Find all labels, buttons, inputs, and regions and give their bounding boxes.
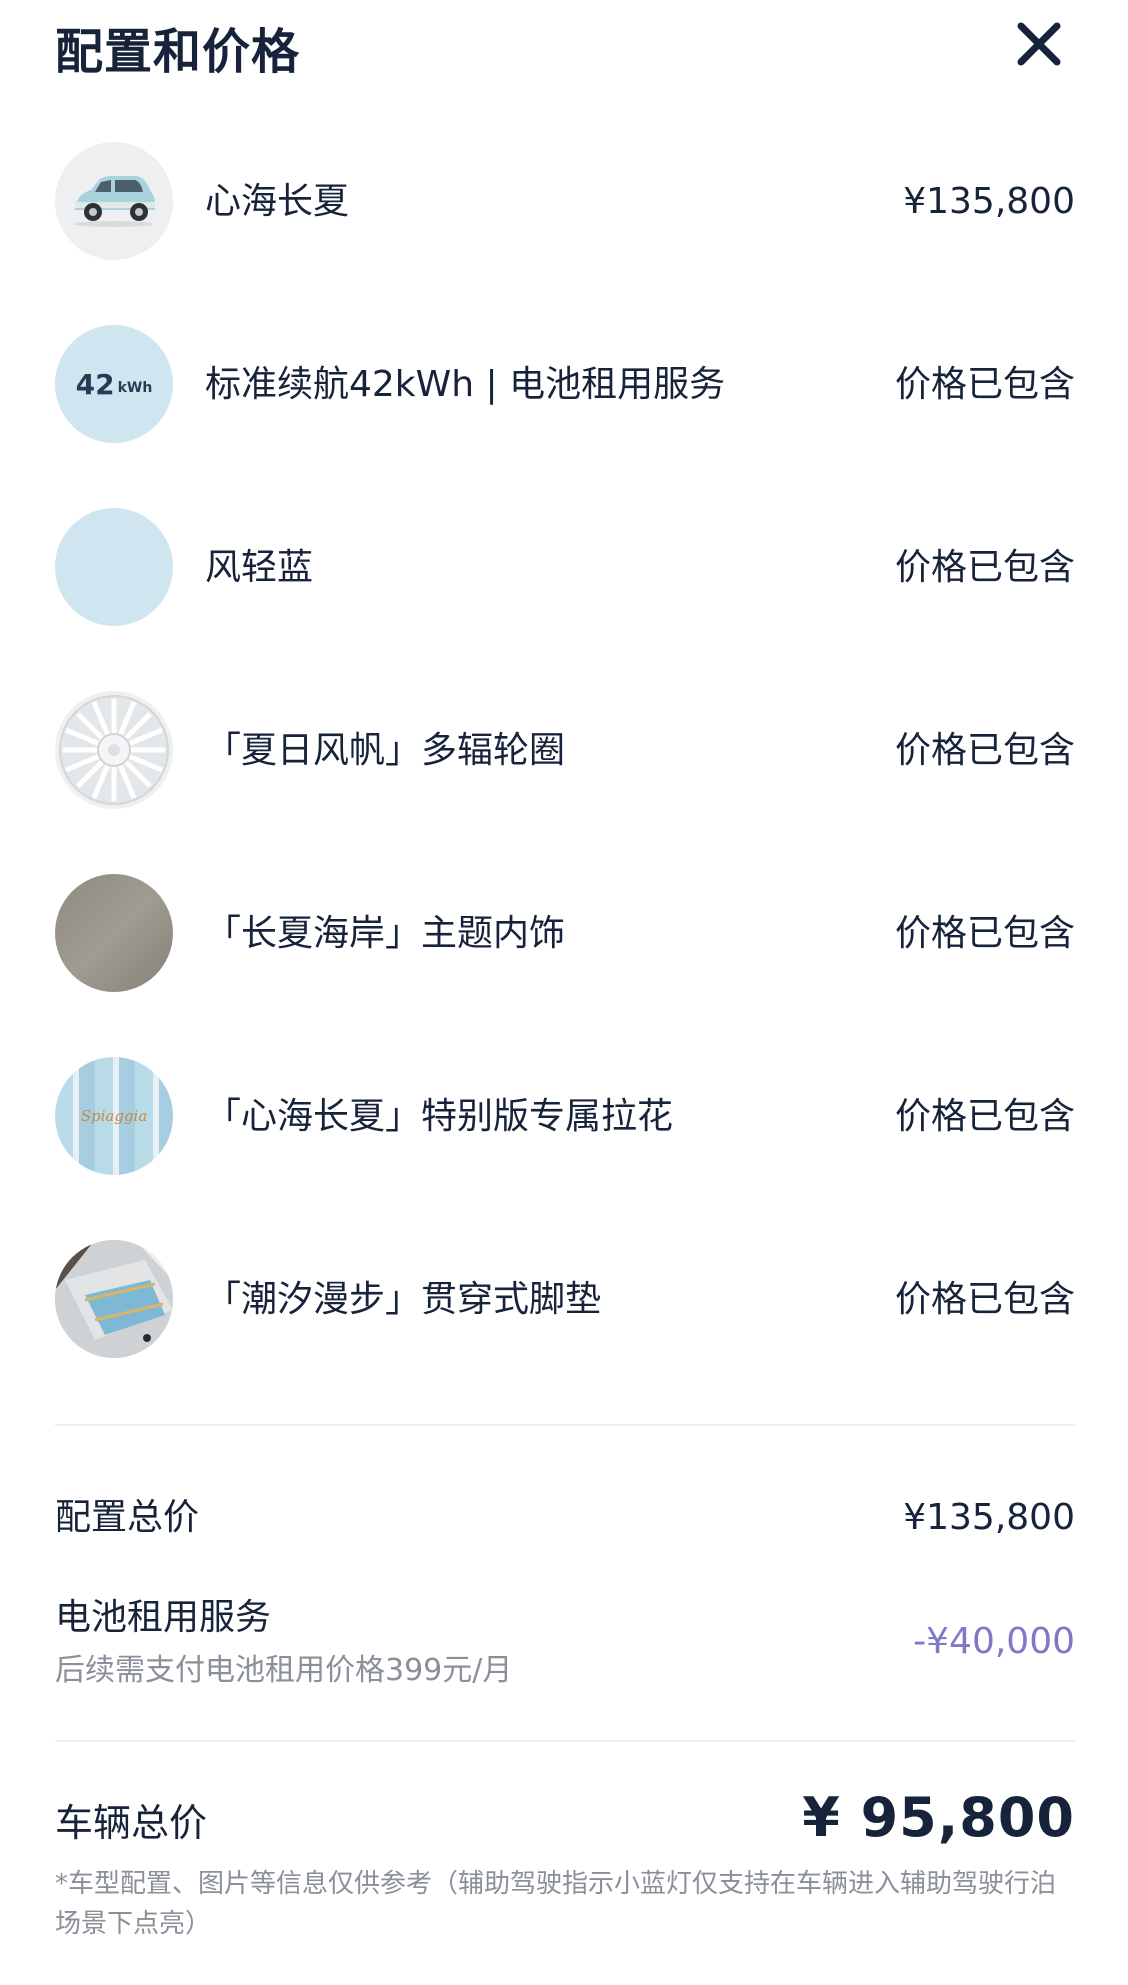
item-name: 「潮汐漫步」贯穿式脚垫	[205, 1279, 602, 1320]
close-icon[interactable]	[1009, 14, 1069, 74]
item-price: 价格已包含	[894, 1279, 1075, 1320]
item-name: 风轻蓝	[205, 547, 314, 588]
vehicle-total-value: ¥ 95,800	[802, 1786, 1075, 1849]
battery-service-label: 电池租用服务	[55, 1597, 272, 1638]
car-thumbnail	[55, 142, 173, 260]
battery-badge-number: 42	[75, 367, 115, 401]
item-name: 「夏日风帆」多辐轮圈	[205, 730, 566, 771]
item-price: 价格已包含	[894, 547, 1075, 588]
disclaimer-text: *车型配置、图片等信息仅供参考（辅助驾驶指示小蓝灯仅支持在车辆进入辅助驾驶行泊场…	[55, 1869, 1057, 1939]
battery-service-note: 后续需支付电池租用价格399元/月	[55, 1653, 513, 1688]
battery-service-value: -¥40,000	[913, 1621, 1075, 1662]
item-price: 价格已包含	[894, 364, 1075, 405]
list-item: 42 kWh 标准续航42kWh | 电池租用服务 价格已包含	[55, 325, 1075, 508]
item-name: 心海长夏	[205, 181, 350, 222]
item-price: 价格已包含	[894, 730, 1075, 771]
item-name: 标准续航42kWh | 电池租用服务	[205, 364, 726, 405]
item-name: 「心海长夏」特别版专属拉花	[205, 1096, 674, 1137]
battery-badge: 42 kWh	[55, 325, 173, 443]
list-item: 「夏日风帆」多辐轮圈 价格已包含	[55, 691, 1075, 874]
config-total-value: ¥135,800	[903, 1497, 1075, 1538]
item-name: 「长夏海岸」主题内饰	[205, 913, 566, 954]
list-item: 「潮汐漫步」贯穿式脚垫 价格已包含	[55, 1240, 1075, 1423]
item-price: 价格已包含	[894, 913, 1075, 954]
wheel-thumbnail	[55, 691, 173, 809]
vehicle-total-label: 车辆总价	[55, 1801, 208, 1845]
divider	[55, 1740, 1075, 1742]
sheet-header: 配置和价格	[55, 8, 1075, 88]
divider	[55, 1424, 1075, 1426]
battery-badge-unit: kWh	[117, 380, 153, 396]
config-item-list: 心海长夏 ¥135,800 42 kWh 标准续航42kWh | 电池租用服务 …	[55, 142, 1075, 1423]
config-price-sheet: 配置和价格 心海长夏 ¥135,800 42 kWh 标准续航42kWh | 电…	[0, 0, 1128, 1985]
decal-logo: Spiaggia	[80, 1107, 148, 1125]
list-item: Spiaggia 「心海长夏」特别版专属拉花 价格已包含	[55, 1057, 1075, 1240]
item-price: 价格已包含	[894, 1096, 1075, 1137]
decal-thumbnail: Spiaggia	[55, 1057, 173, 1175]
interior-swatch	[55, 874, 173, 992]
config-total-label: 配置总价	[55, 1497, 200, 1538]
list-item: 风轻蓝 价格已包含	[55, 508, 1075, 691]
list-item: 「长夏海岸」主题内饰 价格已包含	[55, 874, 1075, 1057]
item-price: ¥135,800	[903, 181, 1075, 222]
list-item: 心海长夏 ¥135,800	[55, 142, 1075, 325]
color-swatch	[55, 508, 173, 626]
page-title: 配置和价格	[55, 24, 301, 80]
floor-mat-thumbnail	[55, 1240, 173, 1358]
